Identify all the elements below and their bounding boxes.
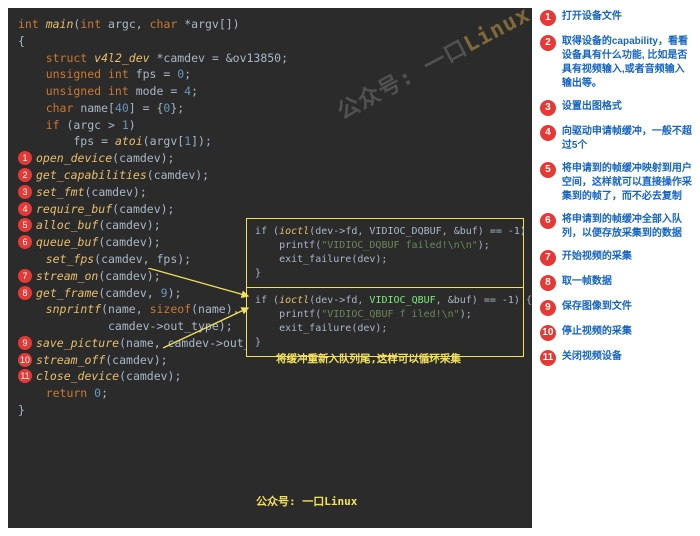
annotation-row: 6将申请到的帧缓冲全部入队列，以便存放采集到的数据 [540, 213, 692, 241]
code-badge-2: 2 [18, 168, 32, 182]
annotation-row: 9保存图像到文件 [540, 300, 692, 316]
code-badge-7: 7 [18, 269, 32, 283]
code-badge-1: 1 [18, 151, 32, 165]
annotation-row: 4向驱动申请帧缓冲，一般不超过5个 [540, 125, 692, 153]
code-badge-4: 4 [18, 202, 32, 216]
code-badge-11: 11 [18, 369, 32, 383]
overlay-qbuf: if (ioctl(dev->fd, VIDIOC_QBUF, &buf) ==… [246, 287, 524, 357]
overlay-dqbuf: if (ioctl(dev->fd, VIDIOC_DQBUF, &buf) =… [246, 218, 524, 288]
annotation-row: 2取得设备的capability，看看设备具有什么功能, 比如是否具有视频输入,… [540, 35, 692, 91]
annotation-row: 5将申请到的帧缓冲映射到用户空间，这样就可以直接操作采集到的帧了，而不必去复制 [540, 162, 692, 204]
code-badge-8: 8 [18, 286, 32, 300]
overlay-caption: 将缓冲重新入队列尾,这样可以循环采集 [276, 352, 461, 367]
code-badge-10: 10 [18, 353, 32, 367]
annotation-row: 1打开设备文件 [540, 10, 692, 26]
code-badge-3: 3 [18, 185, 32, 199]
code-panel: 公众号: 一口Linux int main(int argc, char *ar… [8, 8, 532, 528]
annotation-row: 7开始视频的采集 [540, 250, 692, 266]
annotation-column: 1打开设备文件 2取得设备的capability，看看设备具有什么功能, 比如是… [540, 8, 692, 528]
annotation-row: 8取一帧数据 [540, 275, 692, 291]
code-badge-9: 9 [18, 336, 32, 350]
annotation-row: 10停止视频的采集 [540, 325, 692, 341]
annotation-row: 3设置出图格式 [540, 100, 692, 116]
code-badge-5: 5 [18, 218, 32, 232]
code-badge-6: 6 [18, 235, 32, 249]
footer-note: 公众号: 一口Linux [256, 494, 357, 510]
annotation-row: 11关闭视频设备 [540, 350, 692, 366]
